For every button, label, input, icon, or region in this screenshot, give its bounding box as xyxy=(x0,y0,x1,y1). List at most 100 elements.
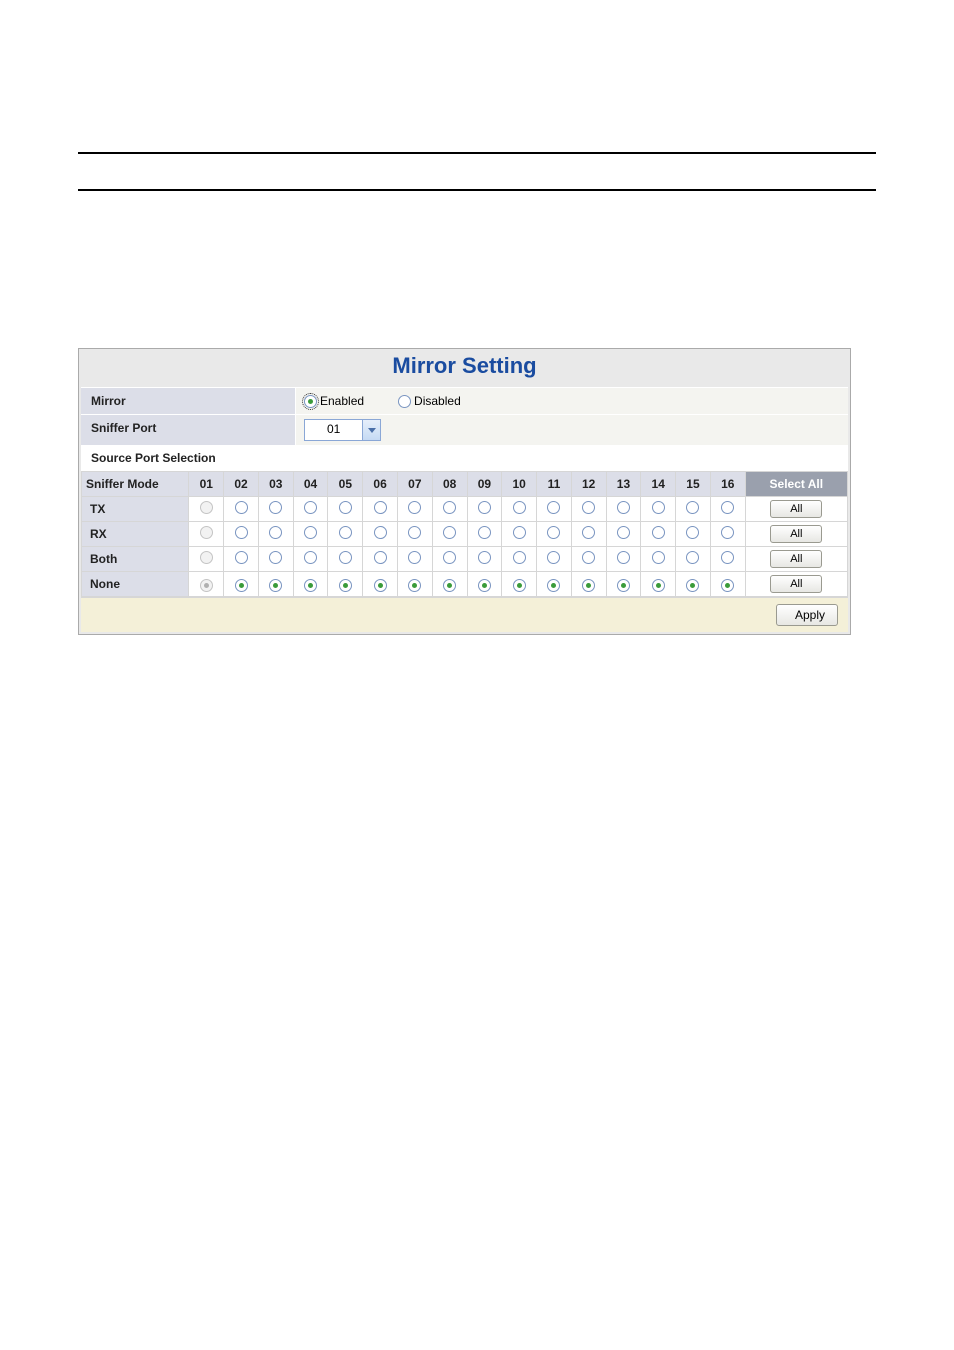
sniffer-port-select[interactable]: 01 xyxy=(304,419,381,441)
select-all-cell: All xyxy=(745,572,847,597)
port-cell[interactable] xyxy=(537,547,572,572)
select-all-button[interactable]: All xyxy=(770,550,822,568)
mirror-controls: Enabled Disabled xyxy=(296,388,848,414)
radio-icon xyxy=(721,551,734,564)
port-cell[interactable] xyxy=(467,497,502,522)
col-port: 01 xyxy=(189,472,224,497)
port-cell[interactable] xyxy=(606,572,641,597)
panel-title: Mirror Setting xyxy=(392,353,536,378)
port-cell[interactable] xyxy=(293,522,328,547)
port-cell[interactable] xyxy=(189,497,224,522)
port-cell[interactable] xyxy=(363,547,398,572)
port-cell[interactable] xyxy=(502,522,537,547)
radio-icon xyxy=(408,579,421,592)
port-cell[interactable] xyxy=(676,497,711,522)
port-cell[interactable] xyxy=(710,522,745,547)
col-port: 06 xyxy=(363,472,398,497)
port-cell[interactable] xyxy=(293,497,328,522)
port-cell[interactable] xyxy=(328,572,363,597)
select-button xyxy=(362,420,380,440)
radio-icon xyxy=(582,551,595,564)
port-cell[interactable] xyxy=(502,497,537,522)
port-cell[interactable] xyxy=(328,522,363,547)
port-cell[interactable] xyxy=(432,522,467,547)
select-all-button[interactable]: All xyxy=(770,500,822,518)
port-cell[interactable] xyxy=(641,572,676,597)
port-cell[interactable] xyxy=(189,522,224,547)
port-cell[interactable] xyxy=(293,572,328,597)
port-cell[interactable] xyxy=(502,547,537,572)
port-cell[interactable] xyxy=(571,572,606,597)
port-cell[interactable] xyxy=(397,522,432,547)
port-cell[interactable] xyxy=(397,547,432,572)
port-cell[interactable] xyxy=(224,522,259,547)
port-cell[interactable] xyxy=(710,547,745,572)
radio-icon xyxy=(686,526,699,539)
port-cell[interactable] xyxy=(537,497,572,522)
port-cell[interactable] xyxy=(363,572,398,597)
radio-icon xyxy=(582,501,595,514)
col-port: 08 xyxy=(432,472,467,497)
port-cell[interactable] xyxy=(224,547,259,572)
port-cell[interactable] xyxy=(189,547,224,572)
radio-icon xyxy=(443,579,456,592)
radio-icon xyxy=(686,579,699,592)
port-cell[interactable] xyxy=(710,497,745,522)
port-cell[interactable] xyxy=(224,497,259,522)
port-cell[interactable] xyxy=(641,547,676,572)
port-cell[interactable] xyxy=(571,497,606,522)
port-cell[interactable] xyxy=(676,572,711,597)
port-cell[interactable] xyxy=(258,522,293,547)
port-cell[interactable] xyxy=(502,572,537,597)
port-cell[interactable] xyxy=(710,572,745,597)
port-cell[interactable] xyxy=(537,522,572,547)
select-all-button[interactable]: All xyxy=(770,575,822,593)
col-port: 04 xyxy=(293,472,328,497)
port-cell[interactable] xyxy=(363,497,398,522)
mode-label: Both xyxy=(82,547,189,572)
port-cell[interactable] xyxy=(432,547,467,572)
port-cell[interactable] xyxy=(189,572,224,597)
radio-icon xyxy=(582,579,595,592)
port-cell[interactable] xyxy=(606,547,641,572)
port-cell[interactable] xyxy=(606,497,641,522)
apply-button[interactable]: Apply xyxy=(776,604,838,626)
port-cell[interactable] xyxy=(397,572,432,597)
radio-icon xyxy=(304,579,317,592)
port-cell[interactable] xyxy=(432,572,467,597)
port-cell[interactable] xyxy=(397,497,432,522)
radio-icon xyxy=(200,501,213,514)
port-cell[interactable] xyxy=(676,547,711,572)
port-cell[interactable] xyxy=(676,522,711,547)
port-cell[interactable] xyxy=(537,572,572,597)
radio-icon xyxy=(374,526,387,539)
radio-icon xyxy=(304,526,317,539)
radio-icon xyxy=(513,526,526,539)
port-cell[interactable] xyxy=(258,497,293,522)
port-cell[interactable] xyxy=(467,547,502,572)
port-cell[interactable] xyxy=(606,522,641,547)
port-cell[interactable] xyxy=(467,572,502,597)
port-cell[interactable] xyxy=(224,572,259,597)
port-cell[interactable] xyxy=(293,547,328,572)
chevron-down-icon xyxy=(368,428,376,433)
radio-icon xyxy=(408,551,421,564)
mirror-disabled-option[interactable]: Disabled xyxy=(398,394,461,408)
port-cell[interactable] xyxy=(258,547,293,572)
port-cell[interactable] xyxy=(328,497,363,522)
col-port: 02 xyxy=(224,472,259,497)
radio-icon xyxy=(269,501,282,514)
rule-bottom xyxy=(78,189,876,191)
port-cell[interactable] xyxy=(258,572,293,597)
port-cell[interactable] xyxy=(571,547,606,572)
port-cell[interactable] xyxy=(641,522,676,547)
port-cell[interactable] xyxy=(328,547,363,572)
port-cell[interactable] xyxy=(363,522,398,547)
col-port: 03 xyxy=(258,472,293,497)
mirror-enabled-option[interactable]: Enabled xyxy=(304,394,364,408)
select-all-button[interactable]: All xyxy=(770,525,822,543)
port-cell[interactable] xyxy=(571,522,606,547)
port-cell[interactable] xyxy=(432,497,467,522)
port-cell[interactable] xyxy=(467,522,502,547)
port-cell[interactable] xyxy=(641,497,676,522)
